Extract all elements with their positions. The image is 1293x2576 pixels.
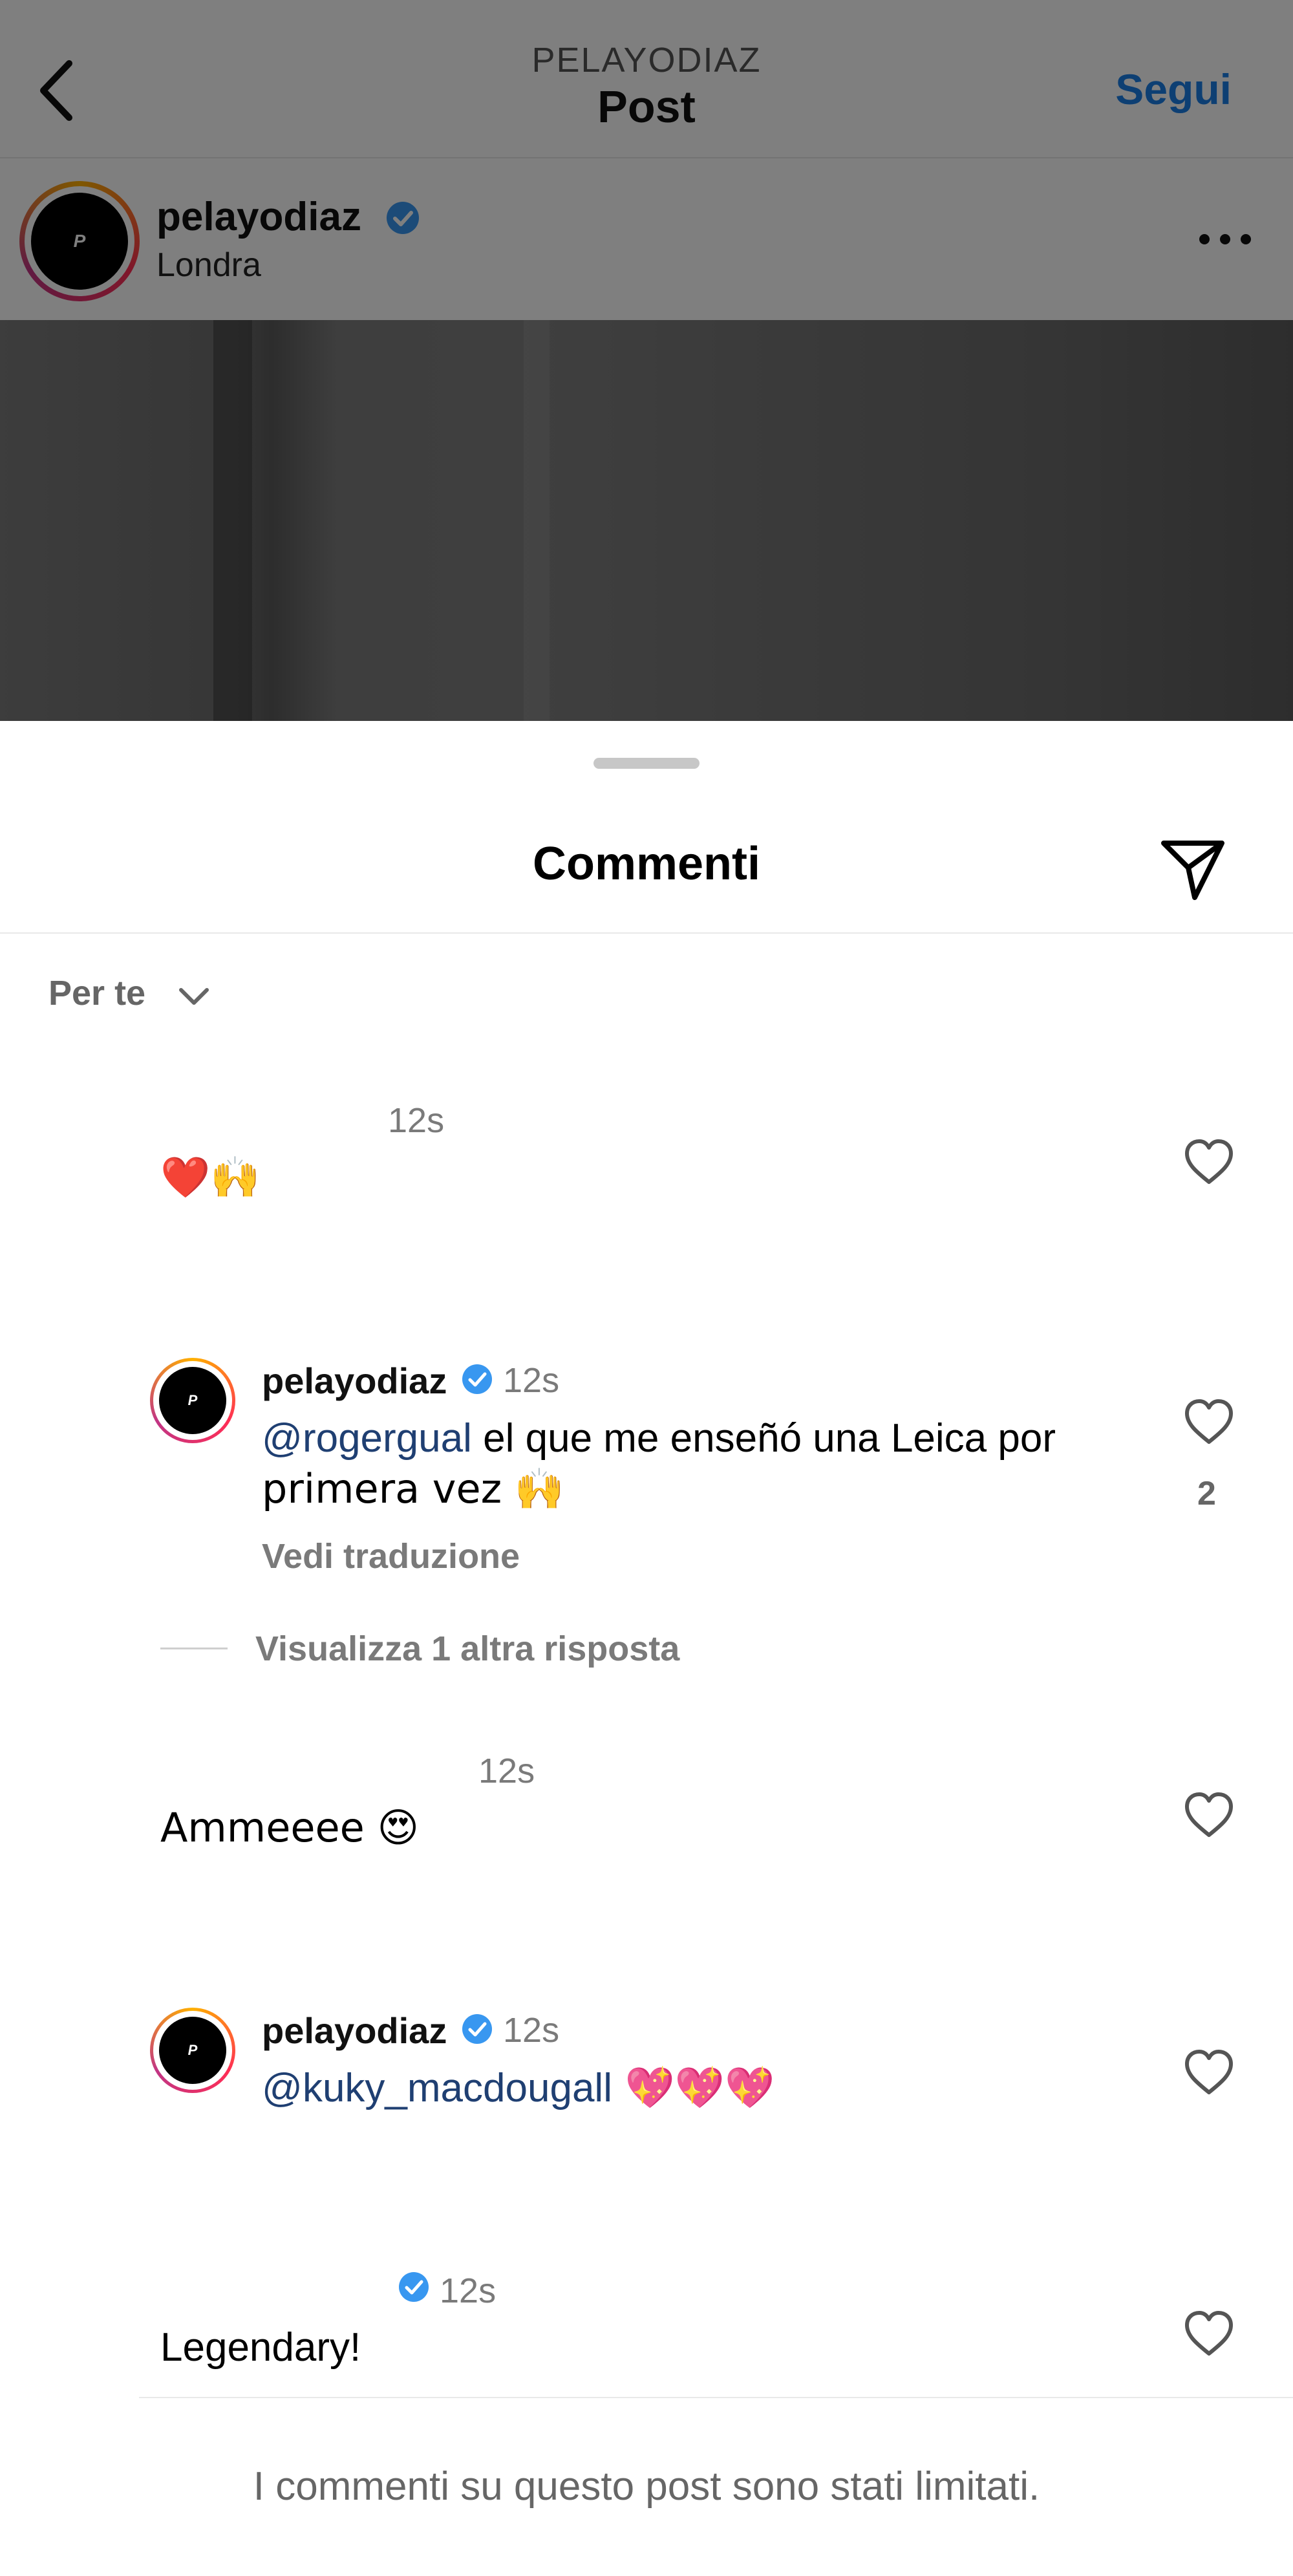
avatar[interactable]: P	[150, 2008, 235, 2093]
verified-badge-icon	[462, 2014, 492, 2044]
comment-text: Ammeeee 😍	[160, 1804, 420, 1851]
comment-text-line2: primera vez 🙌	[262, 1465, 565, 1512]
comment-text: Legendary!	[160, 2325, 361, 2370]
comment-emojis: 💖💖💖	[612, 2064, 775, 2111]
like-count[interactable]: 2	[1197, 1474, 1216, 1513]
replies-divider	[160, 1648, 228, 1649]
drag-handle[interactable]	[593, 758, 700, 769]
comment-time: 12s	[440, 2271, 497, 2310]
comment-username[interactable]: pelayodiaz	[262, 2010, 447, 2052]
avatar-logo: P	[159, 2017, 226, 2084]
comment-username[interactable]: pelayodiaz	[262, 1360, 447, 1402]
overlay-scrim[interactable]	[0, 0, 1293, 721]
comment-text: @kuky_macdougall 💖💖💖	[262, 2063, 775, 2114]
comment-time: 12s	[388, 1101, 445, 1140]
view-replies-button[interactable]: Visualizza 1 altra risposta	[255, 1629, 679, 1669]
mention-link[interactable]: @rogergual	[262, 1416, 472, 1461]
post-screen: PELAYODIAZ Post Segui P pelayodiaz Londr…	[0, 0, 1293, 721]
comments-limited-notice: I commenti su questo post sono stati lim…	[253, 2464, 1040, 2509]
heart-icon[interactable]	[1183, 1398, 1235, 1446]
avatar[interactable]: P	[150, 1358, 235, 1443]
chevron-down-icon[interactable]	[176, 978, 212, 1014]
mention-link[interactable]: @kuky_macdougall	[262, 2066, 612, 2110]
heart-icon[interactable]	[1183, 1138, 1235, 1186]
heart-icon[interactable]	[1183, 2310, 1235, 2357]
comment-time: 12s	[478, 1752, 535, 1790]
comment-time: 12s	[503, 1361, 560, 1400]
share-icon[interactable]	[1157, 834, 1228, 905]
divider	[0, 932, 1293, 934]
comment-text: @rogergual el que me enseñó una Leica po…	[262, 1413, 1056, 1464]
sort-selector[interactable]: Per te	[48, 973, 145, 1013]
comment-text: ❤️🙌	[160, 1154, 261, 1201]
avatar-logo: P	[159, 1367, 226, 1434]
sheet-title: Commenti	[532, 838, 761, 890]
heart-icon[interactable]	[1183, 2048, 1235, 2096]
divider	[139, 2397, 1293, 2398]
heart-icon[interactable]	[1183, 1791, 1235, 1839]
comment-time: 12s	[503, 2011, 560, 2050]
see-translation-link[interactable]: Vedi traduzione	[262, 1536, 520, 1576]
verified-badge-icon	[462, 1364, 492, 1394]
comment-text-line1: el que me enseñó una Leica por	[471, 1416, 1056, 1461]
verified-badge-icon	[399, 2272, 429, 2302]
